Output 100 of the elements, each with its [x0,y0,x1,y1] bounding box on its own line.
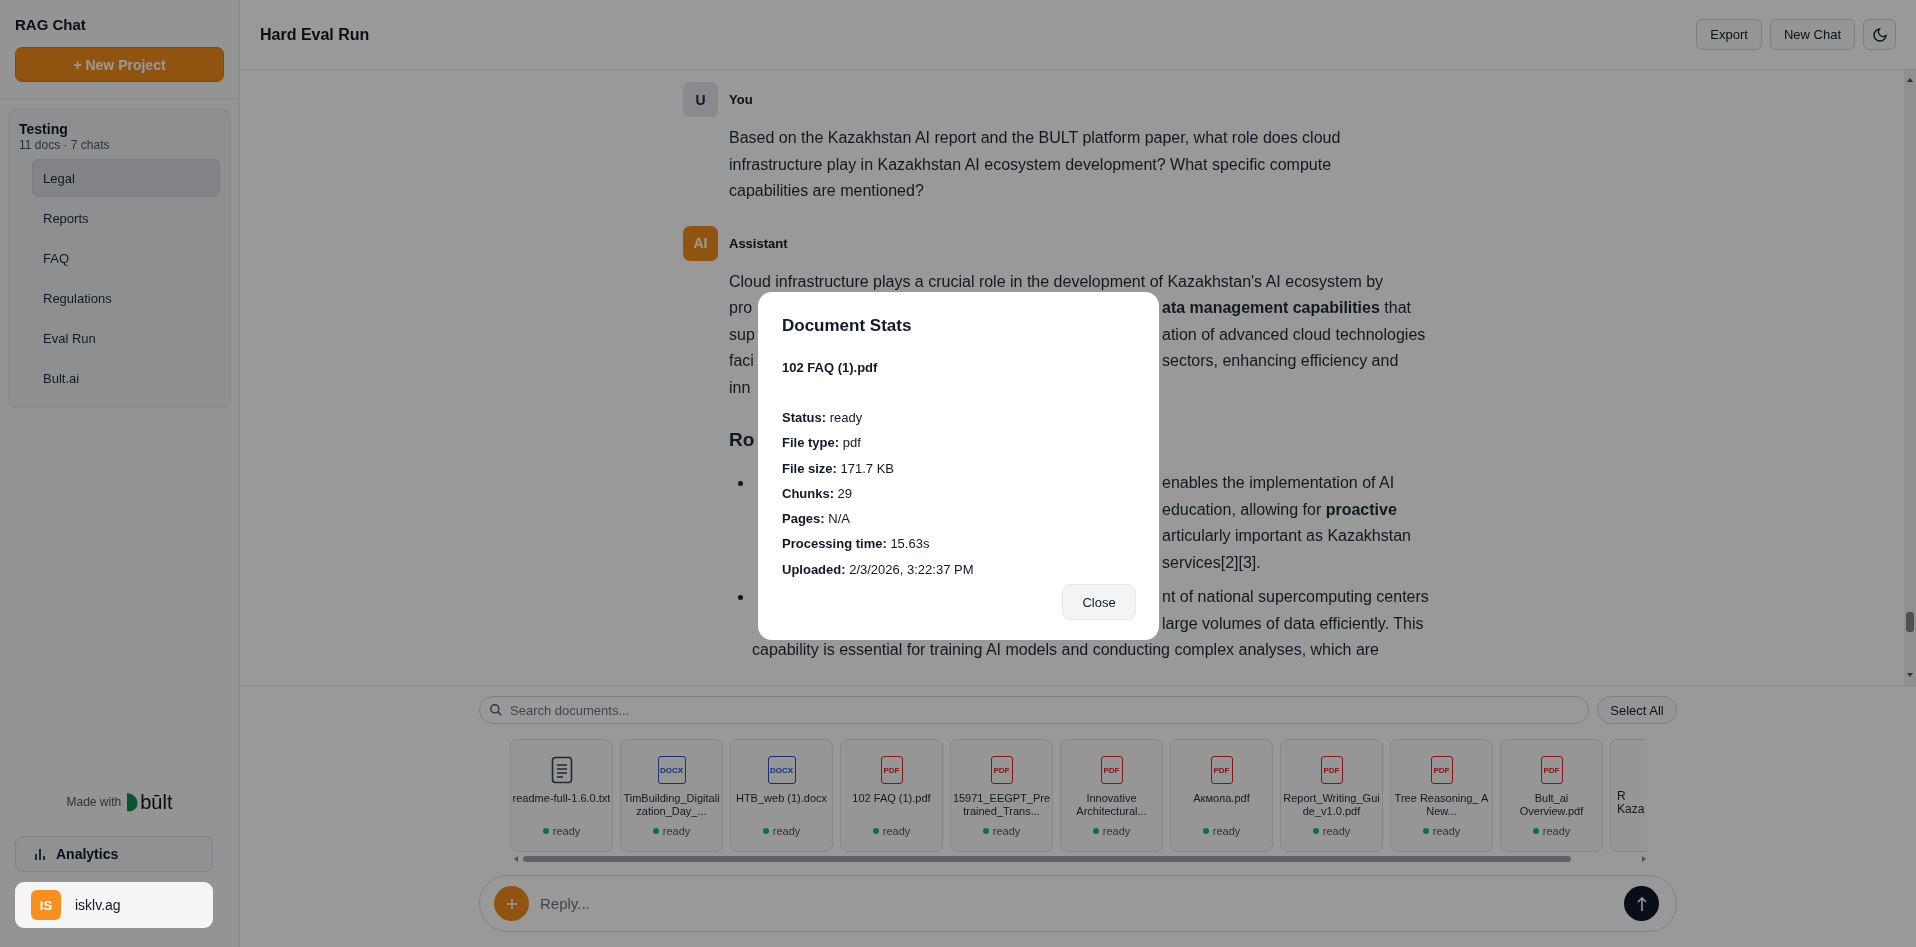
message-text: nt of national supercomputing centers [1162,587,1429,607]
message-text: articularly important as Kazakhstan [1162,526,1411,546]
analytics-button[interactable]: Analytics [15,836,213,872]
project-chat-item[interactable]: Eval Run [32,319,220,357]
message-text: sup [729,324,755,345]
status-dot [1092,828,1099,834]
arrow-up-icon [1636,895,1647,912]
stat-row-text: Pages: N/A [782,511,851,528]
brand-name: būlt [140,791,173,813]
document-name: Акмола.pdf [1192,792,1251,806]
document-status: ready [662,825,691,837]
pdf-file-icon: PDF [880,756,903,784]
select-all-button[interactable]: Select All [1597,696,1677,724]
plus-icon [505,897,518,910]
project-chat-item[interactable]: Bult.ai [32,359,220,397]
document-status: ready [552,825,581,837]
status-dot [1202,828,1209,834]
assistant-avatar: AI [683,225,718,261]
document-name: Tree Reasoning_ A New... [1393,792,1490,818]
message-text: inn [729,377,751,398]
search-icon [489,703,503,717]
document-status: ready [992,825,1021,837]
pdf-file-icon: PDF [990,756,1013,784]
message-text: sectors, enhancing efficiency and [1162,351,1399,371]
status-dot [652,828,659,834]
document-card[interactable]: PDF 102 FAQ (1).pdf ready [840,739,943,852]
document-name: Innovative Architectural... [1075,792,1148,818]
message-text: ation of advanced cloud technologies [1162,324,1426,345]
message-text: large volumes of data efficiently. This [1162,613,1424,634]
text-file-icon [550,756,573,784]
leaf-icon [125,792,140,812]
document-name: readme-full-1.6.0.txt [512,792,611,806]
reply-input[interactable]: Reply... [538,894,1615,913]
pdf-file-icon: PDF [1320,756,1343,784]
stat-row-text: Uploaded: 2/3/2026, 3:22:37 PM [782,561,975,578]
pdf-file-icon: PDF [1100,756,1123,784]
message-text: enables the implementation of AI [1162,473,1395,493]
document-status: ready [1212,825,1241,837]
dialog-title: Document Stats [782,316,913,336]
document-name: TimBuilding_Digitalization_Day_... [622,792,721,818]
theme-toggle-button[interactable] [1863,19,1896,50]
new-chat-button[interactable]: New Chat [1769,19,1855,50]
document-card[interactable]: PDF Tree Reasoning_ A New... ready [1390,739,1493,852]
document-status: ready [1432,825,1461,837]
made-with-label: Made with [66,795,122,809]
user-menu[interactable]: IS isklv.ag [15,882,213,928]
document-status: ready [1102,825,1131,837]
status-dot [1532,828,1539,834]
status-dot [982,828,989,834]
message-text: ata management capabilities that [1162,298,1411,318]
project-chat-item[interactable]: Reports [32,199,220,237]
project-chat-item[interactable]: Legal [32,159,220,197]
project-name: Testing [19,121,69,138]
user-avatar: U [683,82,718,117]
docx-file-icon: DOCX [657,756,686,784]
message-text: pro [729,298,753,318]
document-name: HTB_web (1).docx [734,792,829,806]
stat-row-text: Chunks: 29 [782,485,854,502]
message-text: Based on the Kazakhstan AI report and the BULT platform paper, what role does cloud infrastructure play in Kazakhstan AI ecosystem development? What specific compute capabilities are mentioned? [729,128,1342,201]
bullet-dot [738,481,743,486]
status-dot [872,828,879,834]
project-chat-item[interactable]: Regulations [32,279,220,317]
status-dot [1312,828,1319,834]
status-dot [1422,828,1429,834]
project-meta: 11 docs · 7 chats [19,138,111,153]
stat-row-text: Processing time: 15.63s [782,536,931,553]
document-status: ready [1322,825,1351,837]
message-author: Assistant [729,235,788,251]
document-name: 15971_EEGPT_Pretrained_Trans... [952,792,1051,818]
app-title: RAG Chat [15,16,87,34]
file-name: 102 FAQ (1).pdf [782,360,879,376]
document-name: Report_Writing_Guide_v1.0.pdf [1282,792,1381,818]
document-card[interactable]: PDF Report_Writing_Guide_v1.0.pdf ready [1280,739,1383,852]
close-button[interactable]: Close [1062,584,1136,620]
message-text: education, allowing for proactive [1162,499,1397,520]
search-field[interactable]: Search documents... [479,696,1589,724]
document-card[interactable]: DOCX TimBuilding_Digitalization_Day_... ready [620,739,723,852]
send-button[interactable] [1624,886,1659,921]
document-card[interactable]: DOCX HTB_web (1).docx ready [730,739,833,852]
document-card[interactable]: PDF Innovative Architectural... ready [1060,739,1163,852]
pdf-file-icon: PDF [1540,756,1563,784]
docx-file-icon: DOCX [767,756,796,784]
document-name: 102 FAQ (1).pdf [851,792,932,806]
project-chat-item[interactable]: FAQ [32,239,220,277]
bar-chart-icon [34,848,46,860]
document-card[interactable]: readme-full-1.6.0.txt ready [510,739,613,852]
document-name: Bult_ai Overview.pdf [1518,792,1585,818]
chat-title: Hard Eval Run [260,25,371,44]
document-card[interactable]: PDF Акмола.pdf ready [1170,739,1273,852]
document-card[interactable]: R Kaza [1610,739,1647,852]
document-name: R [1617,790,1626,803]
document-status: ready [1542,825,1571,837]
document-card[interactable]: PDF Bult_ai Overview.pdf ready [1500,739,1603,852]
status-dot [762,828,769,834]
reply-field[interactable]: Reply... [479,875,1677,932]
document-card[interactable]: PDF 15971_EEGPT_Pretrained_Trans... ready [950,739,1053,852]
export-button[interactable]: Export [1696,19,1762,50]
message-text: services[2][3]. [1162,552,1261,573]
status-dot [542,828,549,834]
message-text: Cloud infrastructure plays a crucial role in the development of Kazakhstan's AI ecosystem by [729,271,1384,292]
